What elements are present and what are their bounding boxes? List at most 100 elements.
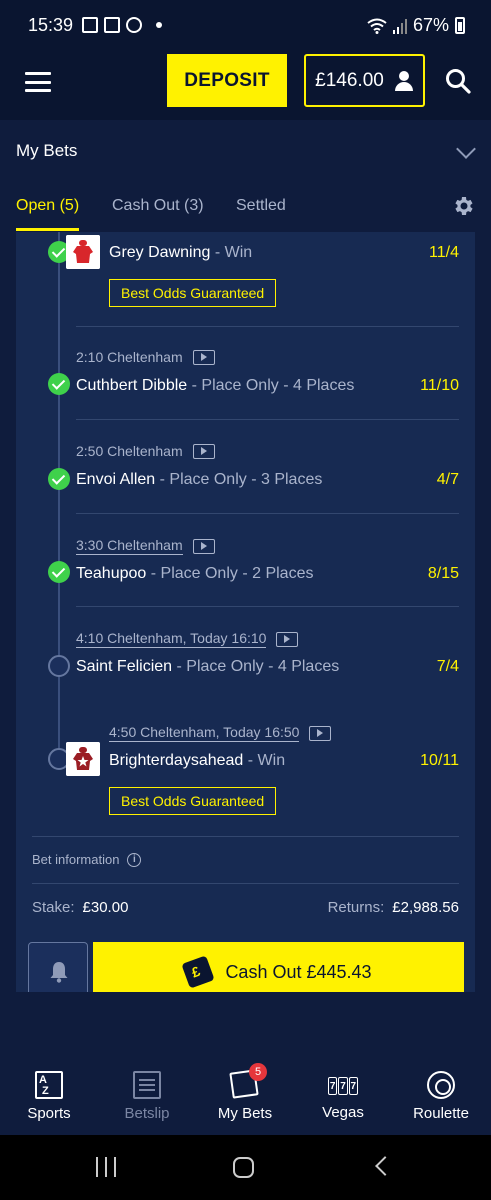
divider — [32, 836, 459, 837]
my-bets-icon-wrap: 5 — [229, 1063, 267, 1099]
divider — [76, 513, 459, 514]
more-notifications-icon — [156, 22, 162, 28]
play-video-icon[interactable] — [309, 725, 332, 741]
back-icon[interactable] — [375, 1156, 395, 1176]
my-bets-header[interactable]: My Bets — [0, 120, 491, 182]
wifi-icon — [367, 18, 387, 34]
nav-label: My Bets — [217, 1105, 273, 1122]
market-type: - Place Only - 4 Places — [172, 658, 340, 675]
gear-icon[interactable] — [451, 194, 475, 218]
timeline-line — [58, 232, 60, 757]
market-type: - Place Only - 4 Places — [187, 377, 355, 394]
bet-information-link[interactable]: Bet information i — [32, 852, 142, 867]
stake: Stake: £30.00 — [32, 899, 129, 916]
nav-my-bets[interactable]: 5 My Bets — [196, 1057, 294, 1135]
bet-tabs: Open (5) Cash Out (3) Settled — [0, 182, 491, 232]
chevron-down-icon[interactable] — [456, 139, 476, 159]
nav-label: Roulette — [413, 1105, 469, 1122]
tab-open[interactable]: Open (5) — [16, 197, 79, 215]
odds: 4/7 — [436, 471, 459, 488]
race-info: 4:10 Cheltenham, Today 16:10 — [76, 630, 299, 648]
nav-betslip[interactable]: Betslip — [98, 1057, 196, 1135]
info-icon: i — [127, 852, 142, 867]
horse-name: Envoi Allen — [76, 471, 156, 488]
race-name[interactable]: 4:50 Cheltenham, Today 16:50 — [109, 724, 300, 742]
race-name[interactable]: 2:10 Cheltenham — [76, 349, 183, 365]
signal-icon — [392, 18, 407, 34]
stake-amount: £30.00 — [82, 899, 129, 916]
menu-icon[interactable] — [25, 72, 51, 92]
returns: Returns: £2,988.56 — [327, 899, 459, 916]
app-notification-icon — [126, 17, 142, 33]
home-icon[interactable] — [233, 1157, 254, 1178]
selection: Cuthbert Dibble - Place Only - 4 Places — [76, 377, 354, 395]
tab-settled[interactable]: Settled — [236, 197, 286, 215]
best-odds-guaranteed-badge: Best Odds Guaranteed — [109, 787, 277, 815]
calendar-icon — [104, 17, 120, 33]
best-odds-guaranteed-badge: Best Odds Guaranteed — [109, 279, 277, 307]
race-info: 2:50 Cheltenham — [76, 443, 215, 459]
horse-name: Brighterdaysahead — [109, 752, 244, 769]
divider — [32, 883, 459, 884]
race-name[interactable]: 4:10 Cheltenham, Today 16:10 — [76, 630, 267, 648]
returns-amount: £2,988.56 — [392, 899, 459, 916]
my-bets-count-badge: 5 — [249, 1063, 267, 1081]
odds: 10/11 — [420, 752, 459, 769]
market-type: - Win — [243, 752, 286, 769]
recent-apps-icon[interactable] — [96, 1157, 116, 1177]
receipt-icon — [133, 1071, 161, 1099]
divider — [76, 326, 459, 327]
account-balance-button[interactable]: £146.00 — [304, 54, 425, 107]
market-type: - Place Only - 2 Places — [146, 565, 314, 582]
tab-cash-out[interactable]: Cash Out (3) — [112, 197, 204, 215]
deposit-button[interactable]: DEPOSIT — [167, 54, 287, 107]
odds: 7/4 — [436, 658, 459, 675]
search-icon[interactable] — [445, 68, 471, 94]
market-type: - Place Only - 3 Places — [155, 471, 323, 488]
selection: Teahupoo - Place Only - 2 Places — [76, 565, 313, 583]
divider — [76, 419, 459, 420]
horse-name: Teahupoo — [76, 565, 147, 582]
nav-roulette[interactable]: Roulette — [392, 1057, 490, 1135]
gallery-icon — [82, 17, 98, 33]
status-right: 67% — [367, 15, 465, 36]
market-type: - Win — [210, 244, 253, 261]
race-name[interactable]: 3:30 Cheltenham — [76, 537, 183, 555]
bell-icon — [50, 962, 68, 983]
bet-information-label: Bet information — [32, 852, 120, 867]
active-tab-indicator — [16, 228, 79, 231]
nav-sports[interactable]: A Z Sports — [0, 1057, 98, 1135]
battery-percent: 67% — [412, 15, 449, 35]
nav-vegas[interactable]: 777 Vegas — [294, 1057, 392, 1135]
user-icon — [394, 70, 414, 91]
selection: Grey Dawning - Win — [109, 244, 252, 262]
cash-out-button[interactable]: Cash Out £445.43 — [93, 942, 464, 992]
notification-icons — [82, 17, 162, 33]
odds: 11/4 — [429, 244, 459, 261]
nav-label: Vegas — [322, 1104, 364, 1121]
horse-name: Saint Felicien — [76, 658, 173, 675]
won-check-icon — [48, 468, 70, 490]
play-video-icon[interactable] — [192, 349, 215, 365]
roulette-wheel-icon — [427, 1071, 455, 1099]
horse-name: Grey Dawning — [109, 244, 211, 261]
won-check-icon — [48, 561, 70, 583]
horse-name: Cuthbert Dibble — [76, 377, 188, 394]
bottom-navigation: A Z Sports Betslip 5 My Bets 777 Vegas R… — [0, 1057, 491, 1135]
race-name[interactable]: 2:50 Cheltenham — [76, 443, 183, 459]
cash-out-icon — [181, 955, 216, 989]
pending-status-icon — [48, 655, 70, 677]
balance-amount: £146.00 — [315, 69, 384, 91]
battery-icon — [455, 17, 465, 34]
status-time: 15:39 — [28, 15, 74, 35]
play-video-icon[interactable] — [276, 631, 299, 647]
jockey-silks-icon — [66, 742, 100, 776]
play-video-icon[interactable] — [192, 443, 215, 459]
notification-bell-button[interactable] — [28, 942, 88, 992]
selection: Saint Felicien - Place Only - 4 Places — [76, 658, 339, 676]
won-check-icon — [48, 373, 70, 395]
selection: Envoi Allen - Place Only - 3 Places — [76, 471, 322, 489]
jockey-silks-icon — [66, 235, 100, 269]
bet-card: Grey Dawning - Win 11/4 Best Odds Guaran… — [16, 232, 475, 992]
play-video-icon[interactable] — [192, 538, 215, 554]
